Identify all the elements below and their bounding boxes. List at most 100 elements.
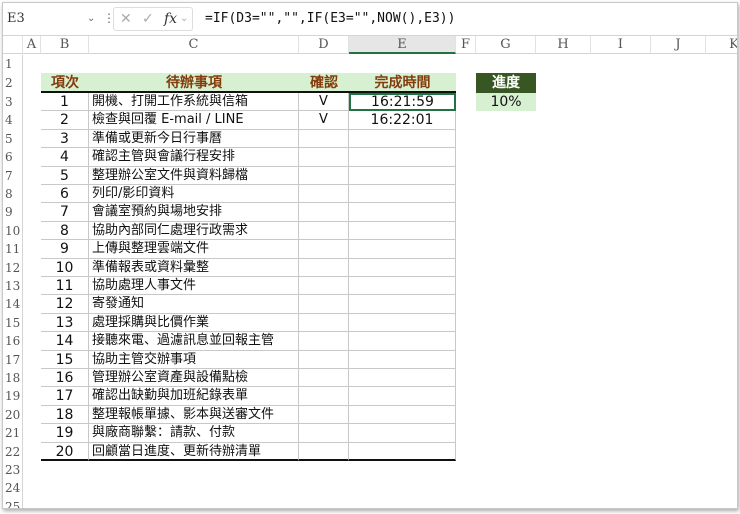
task-name[interactable]: 檢查與回覆 E-mail / LINE	[89, 111, 299, 130]
task-time[interactable]	[349, 387, 456, 406]
column-header-J[interactable]: J	[651, 36, 706, 54]
task-no[interactable]: 3	[41, 129, 89, 149]
task-name[interactable]: 與廠商聯繫：請款、付款	[89, 424, 299, 443]
row-header-23[interactable]: 23	[3, 461, 23, 480]
select-all-corner[interactable]	[3, 36, 23, 54]
task-confirm[interactable]	[299, 295, 349, 314]
task-time[interactable]	[349, 129, 456, 149]
row-header-22[interactable]: 22	[3, 442, 23, 461]
task-time[interactable]	[349, 405, 456, 425]
task-no[interactable]: 6	[41, 185, 89, 204]
row-header-7[interactable]: 7	[3, 166, 23, 185]
task-no[interactable]: 10	[41, 258, 89, 277]
task-name[interactable]: 上傳與整理雲端文件	[89, 240, 299, 259]
task-no[interactable]: 5	[41, 166, 89, 185]
task-time[interactable]	[349, 166, 456, 185]
row-header-4[interactable]: 4	[3, 111, 23, 130]
task-name[interactable]: 整理辦公室文件與資料歸檔	[89, 166, 299, 185]
task-name[interactable]: 準備報表或資料彙整	[89, 258, 299, 277]
column-header-C[interactable]: C	[89, 36, 299, 54]
task-no[interactable]: 13	[41, 313, 89, 333]
task-confirm[interactable]	[299, 258, 349, 277]
row-header-5[interactable]: 5	[3, 129, 23, 149]
task-name[interactable]: 接聽來電、過濾訊息並回報主管	[89, 332, 299, 351]
row-header-19[interactable]: 19	[3, 387, 23, 406]
task-no[interactable]: 14	[41, 332, 89, 351]
column-header-I[interactable]: I	[591, 36, 651, 54]
column-header-H[interactable]: H	[536, 36, 591, 54]
task-time[interactable]	[349, 221, 456, 241]
task-confirm[interactable]	[299, 148, 349, 167]
task-name[interactable]: 回顧當日進度、更新待辦清單	[89, 442, 299, 461]
task-confirm[interactable]	[299, 277, 349, 296]
task-name[interactable]: 處理採購與比價作業	[89, 313, 299, 333]
row-header-14[interactable]: 14	[3, 295, 23, 314]
row-header-10[interactable]: 10	[3, 221, 23, 241]
task-confirm[interactable]	[299, 350, 349, 369]
task-no[interactable]: 20	[41, 442, 89, 461]
row-header-16[interactable]: 16	[3, 332, 23, 351]
task-time[interactable]	[349, 277, 456, 296]
task-time[interactable]	[349, 313, 456, 333]
task-no[interactable]: 17	[41, 387, 89, 406]
column-header-E[interactable]: E	[349, 36, 456, 54]
task-time[interactable]	[349, 369, 456, 388]
task-confirm[interactable]: V	[299, 93, 349, 112]
task-confirm[interactable]	[299, 221, 349, 241]
task-time[interactable]	[349, 295, 456, 314]
task-no[interactable]: 8	[41, 221, 89, 241]
task-confirm[interactable]	[299, 442, 349, 461]
row-header-18[interactable]: 18	[3, 369, 23, 388]
task-confirm[interactable]	[299, 185, 349, 204]
task-confirm[interactable]: V	[299, 111, 349, 130]
row-header-1[interactable]: 1	[3, 55, 23, 73]
row-header-17[interactable]: 17	[3, 350, 23, 369]
row-header-6[interactable]: 6	[3, 148, 23, 167]
row-header-20[interactable]: 20	[3, 405, 23, 425]
row-header-25[interactable]: 25	[3, 497, 23, 508]
cancel-icon[interactable]: ✕	[120, 8, 132, 30]
chevron-down-icon[interactable]: ⌄	[180, 8, 188, 30]
task-no[interactable]: 9	[41, 240, 89, 259]
task-time[interactable]: 16:22:01	[349, 111, 456, 130]
task-name[interactable]: 協助處理人事文件	[89, 277, 299, 296]
task-no[interactable]: 16	[41, 369, 89, 388]
row-header-8[interactable]: 8	[3, 185, 23, 204]
task-no[interactable]: 11	[41, 277, 89, 296]
task-time[interactable]	[349, 258, 456, 277]
task-name[interactable]: 管理辦公室資產與設備點檢	[89, 369, 299, 388]
row-header-9[interactable]: 9	[3, 203, 23, 222]
row-header-3[interactable]: 3	[3, 93, 23, 112]
row-header-2[interactable]: 2	[3, 73, 23, 93]
task-time[interactable]	[349, 442, 456, 461]
task-time[interactable]	[349, 148, 456, 167]
task-time[interactable]	[349, 424, 456, 443]
column-header-A[interactable]: A	[23, 36, 41, 54]
row-header-24[interactable]: 24	[3, 479, 23, 498]
task-no[interactable]: 2	[41, 111, 89, 130]
row-header-15[interactable]: 15	[3, 313, 23, 333]
task-no[interactable]: 15	[41, 350, 89, 369]
task-confirm[interactable]	[299, 313, 349, 333]
task-no[interactable]: 1	[41, 93, 89, 112]
task-no[interactable]: 19	[41, 424, 89, 443]
row-header-11[interactable]: 11	[3, 240, 23, 259]
row-header-13[interactable]: 13	[3, 277, 23, 296]
task-confirm[interactable]	[299, 405, 349, 425]
task-name[interactable]: 寄發通知	[89, 295, 299, 314]
task-no[interactable]: 4	[41, 148, 89, 167]
task-time[interactable]	[349, 350, 456, 369]
task-name[interactable]: 列印/影印資料	[89, 185, 299, 204]
task-confirm[interactable]	[299, 369, 349, 388]
task-name[interactable]: 協助主管交辦事項	[89, 350, 299, 369]
task-confirm[interactable]	[299, 166, 349, 185]
progress-value[interactable]: 10%	[476, 93, 536, 112]
task-name[interactable]: 協助內部同仁處理行政需求	[89, 221, 299, 241]
column-header-K[interactable]: K	[706, 36, 737, 54]
task-confirm[interactable]	[299, 129, 349, 149]
task-no[interactable]: 7	[41, 203, 89, 222]
task-confirm[interactable]	[299, 240, 349, 259]
column-header-F[interactable]: F	[456, 36, 476, 54]
name-box-dropdown-icon[interactable]: ⌄	[87, 9, 95, 29]
task-name[interactable]: 準備或更新今日行事曆	[89, 129, 299, 149]
